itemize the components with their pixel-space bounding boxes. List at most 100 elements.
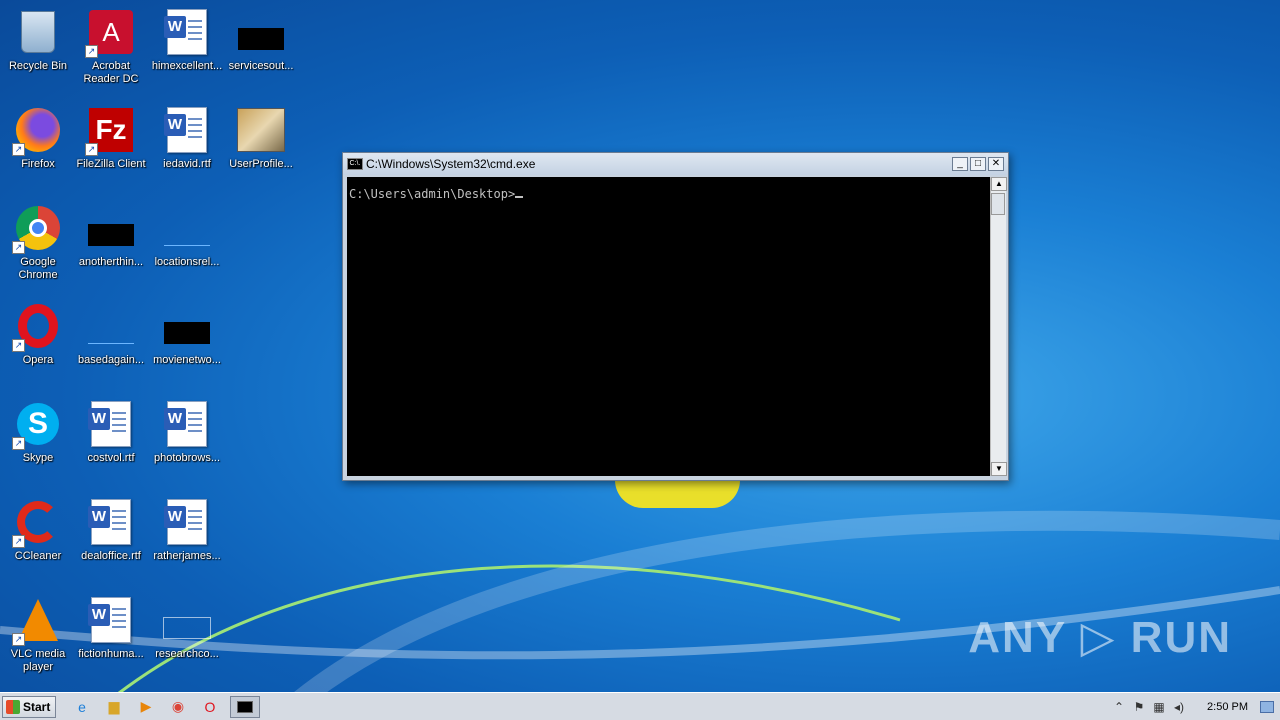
icon-label: dealoffice.rtf [81,550,141,562]
icon-label: basedagain... [77,354,145,366]
show-desktop-button[interactable] [1260,701,1274,713]
desktop-icon-costvol[interactable]: W costvol.rtf [73,394,149,484]
volume-icon[interactable]: ◂) [1169,700,1189,714]
word-document-icon: W [163,498,211,546]
desktop-icon-basedagain[interactable]: basedagain... [73,296,149,386]
icon-label: fictionhuma... [78,648,144,660]
wallpaper-flower [615,480,740,508]
icon-label: movienetwo... [153,354,221,366]
opera-icon: ↗ [12,302,62,352]
close-button[interactable]: ✕ [988,157,1004,171]
desktop-icon-dealoffice[interactable]: W dealoffice.rtf [73,492,149,582]
image-thumbnail-icon [237,106,285,154]
scroll-up-icon[interactable]: ▲ [991,177,1007,191]
cmd-window[interactable]: C:\. C:\Windows\System32\cmd.exe _ □ ✕ C… [342,152,1009,481]
icon-label: locationsrel... [154,256,220,268]
file-thumbnail-icon [237,8,285,56]
desktop-icon-filezilla[interactable]: Fz ↗ FileZilla Client [73,100,149,190]
icon-label: servicesout... [228,60,294,72]
desktop-icon-ratherjames[interactable]: W ratherjames... [149,492,225,582]
file-thumbnail-icon [87,302,135,350]
desktop-icon-iedavid[interactable]: W iedavid.rtf [149,100,225,190]
cmd-titlebar[interactable]: C:\. C:\Windows\System32\cmd.exe _ □ ✕ [343,153,1008,175]
icon-label: costvol.rtf [87,452,135,464]
internet-explorer-icon[interactable]: e [70,696,94,718]
desktop-icon-acrobat[interactable]: A ↗ Acrobat Reader DC [73,2,149,92]
cmd-icon[interactable] [230,695,260,718]
desktop-icon-fictionhuma[interactable]: W fictionhuma... [73,590,149,680]
word-document-icon: W [163,8,211,56]
desktop-icon-chrome[interactable]: ↗ Google Chrome [0,198,76,288]
console-output[interactable]: C:\Users\admin\Desktop> [347,177,990,476]
ccleaner-icon: ↗ [12,498,62,548]
desktop-icon-anotherthin[interactable]: anotherthin... [73,198,149,288]
chrome-icon: ↗ [12,204,62,254]
acrobat-icon: A ↗ [85,8,135,58]
desktop-icon-ccleaner[interactable]: ↗ CCleaner [0,492,76,582]
chevron-up-icon[interactable]: ⌃ [1109,700,1129,714]
window-title: C:\Windows\System32\cmd.exe [366,157,536,171]
file-thumbnail-icon [87,204,135,252]
taskbar: Start e ▆ ▶ ◉ O ⌃ ⚑ ▦ ◂) 2:50 PM [0,692,1280,720]
system-tray: ⌃ ⚑ ▦ ◂) 2:50 PM [1109,693,1280,720]
desktop-icon-recycle-bin[interactable]: Recycle Bin [0,2,76,92]
desktop-icon-opera[interactable]: ↗ Opera [0,296,76,386]
chrome-icon[interactable]: ◉ [166,696,190,718]
flag-icon[interactable]: ⚑ [1129,700,1149,714]
skype-icon: S ↗ [12,400,62,450]
desktop-icon-servicesout[interactable]: servicesout... [223,2,299,92]
icon-label: CCleaner [14,550,62,562]
icon-label: FileZilla Client [76,158,146,170]
file-thumbnail-icon [163,596,211,644]
icon-label: Recycle Bin [8,60,68,72]
start-label: Start [23,699,51,714]
start-button[interactable]: Start [2,695,56,718]
icon-label: Google Chrome [18,256,58,281]
text-cursor [515,196,524,198]
network-icon[interactable]: ▦ [1149,700,1169,714]
icon-label: ratherjames... [153,550,221,562]
clock[interactable]: 2:50 PM [1207,701,1248,713]
icon-label: anotherthin... [78,256,144,268]
desktop-icon-movienetwo[interactable]: movienetwo... [149,296,225,386]
media-player-icon[interactable]: ▶ [134,696,158,718]
file-thumbnail-icon [163,302,211,350]
file-explorer-icon[interactable]: ▆ [102,696,126,718]
icon-label: Skype [22,452,54,464]
command-prompt: C:\Users\admin\Desktop> [349,187,516,201]
word-document-icon: W [87,400,135,448]
desktop-icon-firefox[interactable]: ↗ Firefox [0,100,76,190]
desktop-icon-researchco[interactable]: researchco... [149,590,225,680]
desktop-icon-userprofile[interactable]: UserProfile... [223,100,299,190]
filezilla-icon: Fz ↗ [85,106,135,156]
icon-label: iedavid.rtf [163,158,211,170]
scroll-down-icon[interactable]: ▼ [991,462,1007,476]
icon-label: researchco... [155,648,219,660]
icon-label: Opera [22,354,54,366]
word-document-icon: W [87,498,135,546]
icon-label: Acrobat Reader DC [83,60,139,85]
icon-label: Firefox [21,158,55,170]
desktop-icon-vlc[interactable]: ↗ VLC media player [0,590,76,680]
vertical-scrollbar[interactable]: ▲ ▼ [990,177,1007,476]
desktop-icon-locationsrel[interactable]: locationsrel... [149,198,225,288]
opera-icon[interactable]: O [198,696,222,718]
firefox-icon: ↗ [12,106,62,156]
scroll-thumb[interactable] [991,193,1005,215]
desktop-icon-photobrows[interactable]: W photobrows... [149,394,225,484]
icon-label: himexcellent... [151,60,223,72]
cmd-icon: C:\. [347,158,363,170]
icon-label: photobrows... [153,452,221,464]
anyrun-watermark: ANY ▷ RUN [968,613,1232,662]
recycle-bin-icon [14,8,62,56]
desktop-icon-himexcellent[interactable]: W himexcellent... [149,2,225,92]
word-document-icon: W [163,106,211,154]
maximize-button[interactable]: □ [970,157,986,171]
vlc-icon: ↗ [12,596,62,646]
icon-label: VLC media player [10,648,66,673]
word-document-icon: W [87,596,135,644]
icon-label: UserProfile... [229,158,293,170]
minimize-button[interactable]: _ [952,157,968,171]
desktop-icon-skype[interactable]: S ↗ Skype [0,394,76,484]
windows-logo-icon [6,699,20,714]
